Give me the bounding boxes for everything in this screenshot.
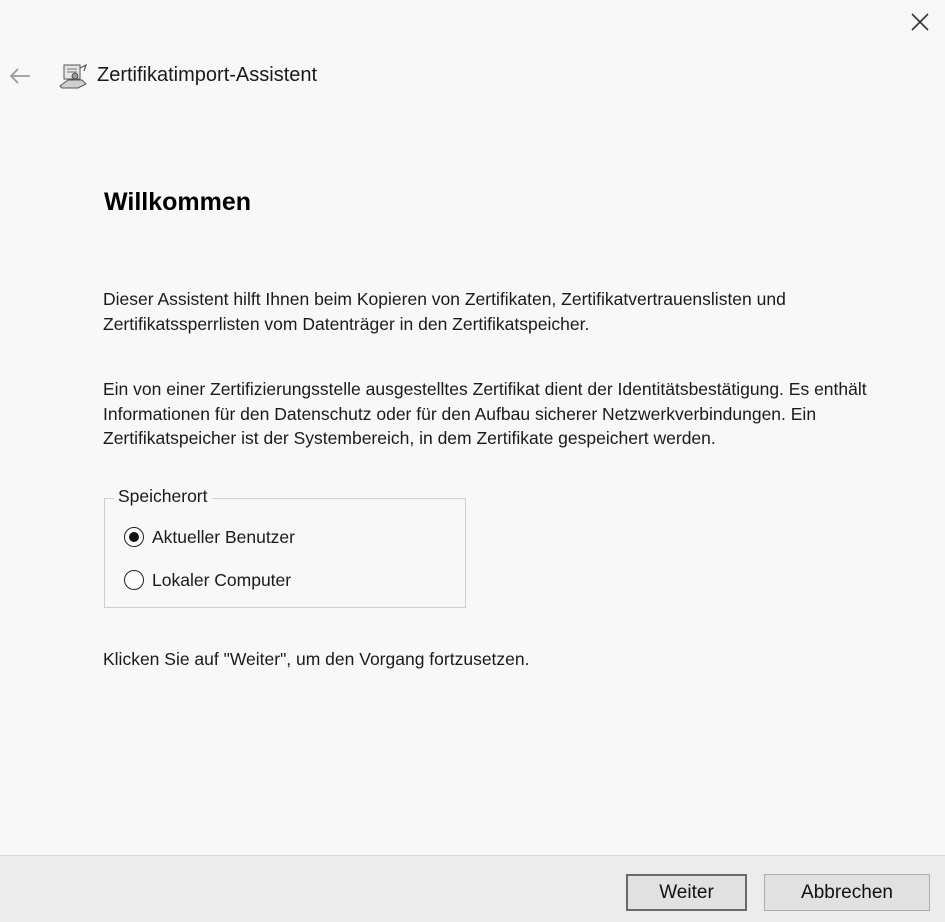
next-button[interactable]: Weiter [626, 874, 747, 911]
instruction-text: Klicken Sie auf "Weiter", um den Vorgang… [103, 649, 530, 669]
radio-button-selected[interactable] [124, 527, 144, 547]
back-arrow-icon [9, 68, 30, 84]
certificate-info-paragraph: Ein von einer Zertifizierungsstelle ausg… [103, 379, 867, 448]
wizard-window: Zertifikatimport-Assistent Willkommen Di… [0, 0, 945, 922]
radio-label-current-user: Aktueller Benutzer [152, 526, 295, 547]
radio-local-computer[interactable]: Lokaler Computer [124, 567, 291, 593]
cancel-button[interactable]: Abbrechen [764, 874, 930, 911]
radio-label-local-computer: Lokaler Computer [152, 569, 292, 590]
close-button[interactable] [900, 4, 940, 40]
page-heading: Willkommen [104, 188, 252, 216]
wizard-title: Zertifikatimport-Assistent [97, 64, 318, 86]
radio-button-unselected[interactable] [124, 570, 144, 590]
close-icon [911, 13, 929, 31]
radio-dot [129, 532, 139, 542]
radio-current-user[interactable]: Aktueller Benutzer [124, 524, 295, 550]
back-button[interactable] [4, 62, 36, 90]
certificate-wizard-icon [59, 63, 88, 89]
intro-paragraph: Dieser Assistent hilft Ihnen beim Kopier… [103, 289, 786, 334]
storage-location-legend: Speicherort [114, 486, 212, 507]
